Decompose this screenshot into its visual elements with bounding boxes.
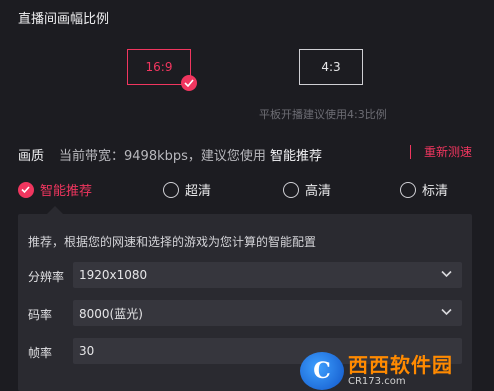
quality-label: 画质 — [18, 149, 45, 164]
ratio-4-3-button[interactable]: 4:3 — [299, 49, 363, 85]
radio-icon — [283, 181, 299, 198]
quality-option-super[interactable]: 超清 — [163, 180, 211, 199]
check-icon — [181, 75, 197, 91]
ratio-section-title: 直播间画幅比例 — [18, 12, 110, 27]
panel-description: 推荐，根据您的网速和选择的游戏为您计算的智能配置 — [28, 235, 317, 249]
quality-option-smart[interactable]: 智能推荐 — [18, 180, 92, 199]
framerate-value: 30 — [79, 344, 95, 358]
quality-option-label: 标清 — [422, 184, 449, 199]
divider — [410, 145, 411, 159]
bitrate-select[interactable]: 8000(蓝光) — [73, 300, 462, 326]
ratio-hint: 平板开播建议使用4:3比例 — [259, 108, 387, 121]
bandwidth-text: 当前带宽：9498kbps，建议您使用 — [59, 149, 271, 164]
watermark: C 西西软件园 CR173.com — [294, 351, 494, 391]
quality-option-label: 高清 — [305, 184, 332, 199]
quality-option-label: 超清 — [185, 184, 212, 199]
framerate-label: 帧率 — [28, 346, 53, 360]
retest-link[interactable]: 重新测速 — [424, 143, 472, 160]
quality-option-label: 智能推荐 — [40, 184, 93, 199]
chevron-down-icon — [441, 308, 452, 316]
radio-icon — [400, 181, 416, 198]
quality-option-high[interactable]: 高清 — [283, 180, 331, 199]
resolution-label: 分辨率 — [28, 270, 65, 284]
chevron-down-icon — [441, 270, 452, 278]
watermark-url: CR173.com — [348, 376, 406, 387]
ratio-16-9-label: 16:9 — [145, 60, 173, 74]
radio-icon — [163, 181, 179, 198]
bandwidth-info: 当前带宽：9498kbps，建议您使用 智能推荐 — [59, 145, 322, 164]
resolution-value: 1920x1080 — [79, 268, 148, 282]
quality-option-standard[interactable]: 标清 — [400, 180, 448, 199]
checked-radio-icon — [18, 181, 34, 198]
bitrate-value: 8000(蓝光) — [79, 306, 143, 321]
watermark-name: 西西软件园 — [348, 353, 453, 377]
bandwidth-recommend: 智能推荐 — [270, 149, 323, 164]
watermark-logo: C — [300, 352, 344, 390]
bitrate-label: 码率 — [28, 308, 53, 322]
resolution-select[interactable]: 1920x1080 — [73, 262, 462, 288]
ratio-16-9-button[interactable]: 16:9 — [127, 49, 197, 91]
ratio-4-3-label: 4:3 — [321, 60, 341, 74]
panel-pointer — [47, 206, 63, 214]
